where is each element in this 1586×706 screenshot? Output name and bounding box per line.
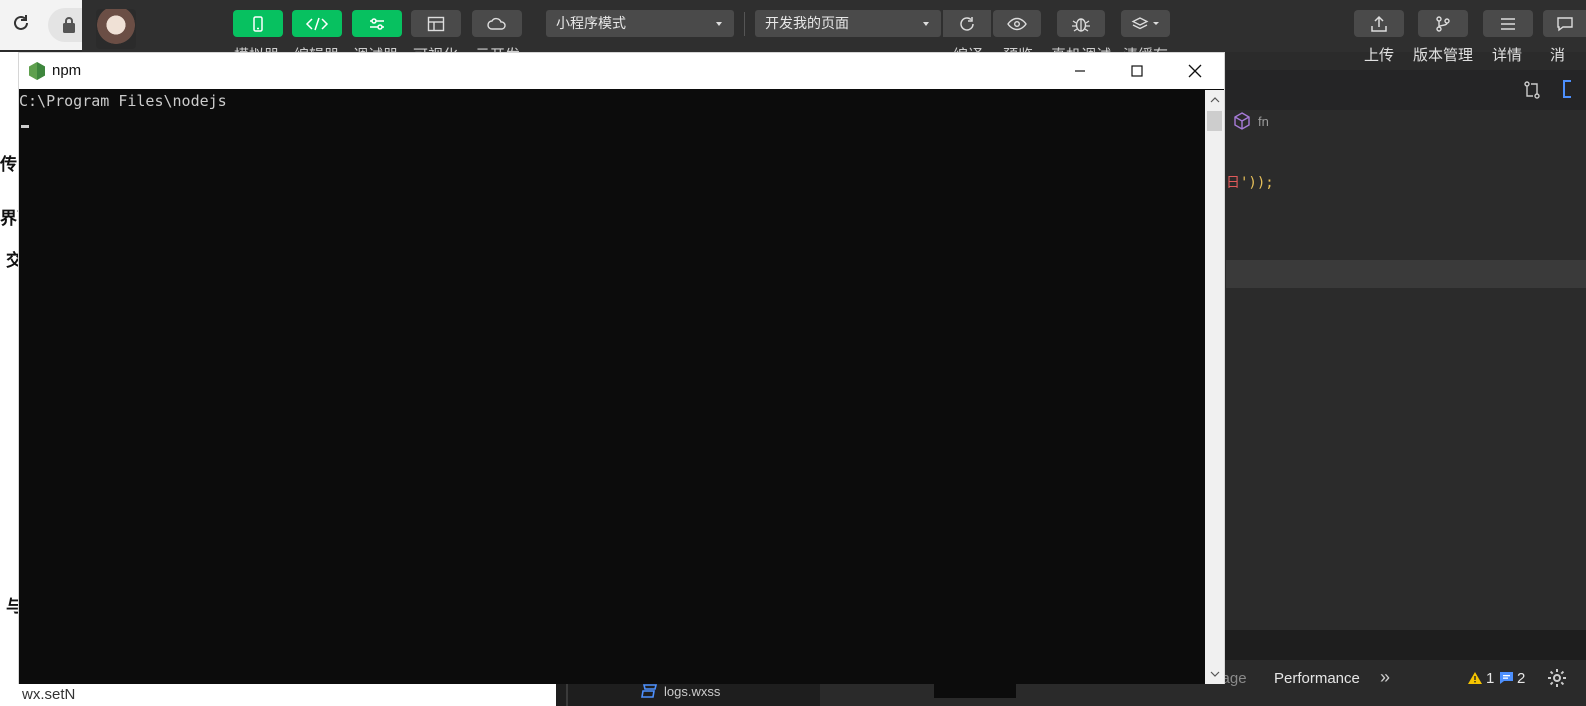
sliders-icon: [370, 17, 384, 30]
details-button[interactable]: [1483, 10, 1533, 37]
layers-icon: [1131, 16, 1159, 29]
page-text-fragment: 传: [0, 155, 17, 174]
phone-icon: [253, 15, 263, 32]
text-cursor: [21, 125, 29, 128]
code-line: 日'));: [1226, 172, 1274, 192]
mode-select[interactable]: 小程序模式: [546, 10, 734, 37]
console-line: C:\Program Files\nodejs: [19, 92, 227, 110]
code-icon: [305, 17, 329, 30]
more-tabs-icon[interactable]: »: [1380, 667, 1390, 688]
remote-debug-button[interactable]: [1057, 10, 1105, 37]
reload-icon[interactable]: [10, 12, 32, 34]
compare-icon[interactable]: [1522, 80, 1542, 100]
window-title: npm: [52, 62, 82, 79]
version-label: 版本管理: [1413, 47, 1474, 64]
code-fragment: wx.setN: [22, 686, 76, 703]
preview-button[interactable]: [993, 10, 1041, 37]
nodejs-icon: [29, 62, 45, 80]
scrollbar-thumb[interactable]: [1207, 111, 1222, 131]
messages-button[interactable]: [1543, 10, 1586, 37]
messages-label: 消: [1550, 47, 1566, 64]
page-select[interactable]: 开发我的页面: [755, 10, 941, 37]
cube-icon: [1234, 112, 1250, 130]
maximize-button[interactable]: [1108, 53, 1166, 89]
message-count[interactable]: 2: [1517, 670, 1525, 687]
chevron-up-icon: [1210, 97, 1219, 103]
scroll-up-button[interactable]: [1205, 91, 1224, 109]
gear-icon[interactable]: [1547, 668, 1567, 688]
details-label: 详情: [1492, 47, 1523, 64]
lock-icon: [63, 17, 75, 33]
editor-button[interactable]: [292, 10, 342, 37]
avatar[interactable]: [96, 9, 136, 49]
message-icon: [1556, 16, 1573, 31]
clear-cache-button[interactable]: [1121, 10, 1170, 37]
minimize-icon: [1075, 70, 1085, 72]
simulator-button[interactable]: [233, 10, 283, 37]
code-string: 日: [1226, 175, 1240, 191]
toolbar-divider: [744, 12, 745, 36]
current-line-highlight: [1226, 260, 1586, 288]
visual-button[interactable]: [411, 10, 461, 37]
console-output[interactable]: C:\Program Files\nodejs: [19, 90, 1205, 684]
window-titlebar[interactable]: npm: [19, 53, 1224, 89]
layout-icon: [427, 16, 445, 31]
message-count-icon[interactable]: [1500, 672, 1513, 684]
scroll-down-button[interactable]: [1205, 665, 1224, 683]
debugger-button[interactable]: [352, 10, 402, 37]
upload-button[interactable]: [1354, 10, 1404, 37]
npm-console-window[interactable]: npm C:\Program Files\nodejs: [18, 52, 1225, 684]
code-punctuation: '));: [1240, 175, 1274, 191]
chevron-down-icon: [923, 22, 929, 26]
maximize-icon: [1131, 65, 1143, 77]
upload-icon: [1371, 15, 1387, 32]
page-select-value: 开发我的页面: [765, 15, 849, 31]
compile-button[interactable]: [943, 10, 991, 37]
warning-count[interactable]: 1: [1486, 670, 1494, 687]
file-item[interactable]: logs.wxss: [640, 683, 720, 699]
menu-icon: [1501, 17, 1515, 30]
cloud-icon: [487, 17, 506, 30]
branch-icon: [1436, 15, 1450, 32]
vertical-scrollbar[interactable]: [1205, 90, 1224, 684]
code-editor[interactable]: [1226, 70, 1586, 630]
css-file-icon: [641, 684, 658, 698]
close-icon: [1188, 64, 1202, 78]
close-button[interactable]: [1166, 53, 1224, 89]
minimize-button[interactable]: [1051, 53, 1109, 89]
eye-icon: [1007, 17, 1027, 30]
chevron-down-icon: [716, 22, 722, 26]
upload-label: 上传: [1364, 47, 1395, 64]
tab-performance[interactable]: Performance: [1274, 670, 1360, 687]
cloud-button[interactable]: [472, 10, 522, 37]
refresh-icon: [960, 16, 974, 31]
bug-icon: [1072, 17, 1090, 32]
chevron-down-icon: [1210, 671, 1219, 677]
file-name: logs.wxss: [664, 683, 721, 699]
mode-select-value: 小程序模式: [556, 15, 626, 31]
editor-pane: [92, 684, 556, 706]
warning-icon[interactable]: [1468, 672, 1482, 684]
outline-symbol[interactable]: fn: [1258, 114, 1269, 129]
split-editor-icon[interactable]: [1563, 80, 1571, 98]
version-button[interactable]: [1418, 10, 1468, 37]
